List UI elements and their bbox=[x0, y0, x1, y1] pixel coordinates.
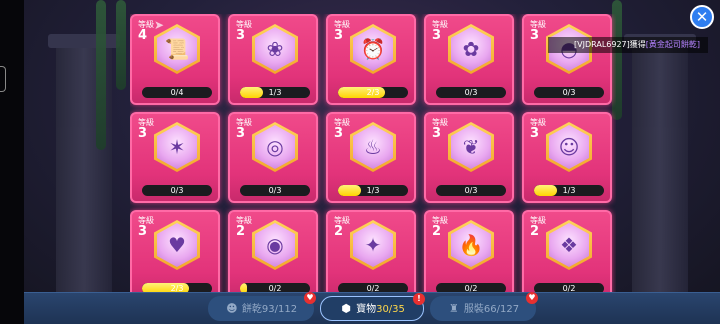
upgrade-progress-text: 0/3 bbox=[562, 88, 576, 97]
treasure-collection-screen: 等級4📜0/4等級3❀1/3等級3⏰2/3等級3✿0/3等級3◓0/3等級3✶0… bbox=[0, 0, 720, 324]
level-value: 3 bbox=[432, 126, 442, 141]
tab-cookies-label: 餅乾 bbox=[241, 304, 262, 315]
cookie-icon: ☻ bbox=[226, 302, 238, 315]
treasure-icon: ⬢ bbox=[341, 302, 351, 315]
treasure-card[interactable]: 等級 3 ☺ 1/3 bbox=[522, 112, 612, 203]
treasure-card[interactable]: 等級 3 ❦ 0/3 bbox=[424, 112, 514, 203]
upgrade-progress-bar: 1/3 bbox=[534, 185, 604, 196]
level-value: 4 bbox=[138, 28, 148, 43]
background-pillar-right bbox=[624, 34, 696, 300]
tab-costumes-label: 服裝 bbox=[463, 304, 484, 315]
treasure-flower-icon: ✿ bbox=[462, 37, 480, 61]
level-value: 2 bbox=[334, 224, 344, 239]
treasure-bag-icon: ♥ bbox=[168, 233, 186, 257]
treasure-card[interactable]: 等級 2 ❖ 0/2 bbox=[522, 210, 612, 294]
upgrade-progress-bar: 0/3 bbox=[436, 87, 506, 98]
treasure-card[interactable]: 等級 3 ❀ 1/3 bbox=[228, 14, 318, 105]
close-button[interactable]: ✕ bbox=[690, 5, 714, 29]
tab-costumes-count: 66/127 bbox=[483, 304, 520, 315]
level-value: 2 bbox=[432, 224, 442, 239]
treasure-grid: 等級4📜0/4等級3❀1/3等級3⏰2/3等級3✿0/3等級3◓0/3等級3✶0… bbox=[130, 14, 616, 294]
treasure-locket-icon: ◉ bbox=[266, 233, 284, 257]
level-value: 3 bbox=[138, 126, 148, 141]
side-handle[interactable] bbox=[0, 66, 6, 92]
upgrade-progress-text: 0/3 bbox=[464, 88, 478, 97]
level-value: 2 bbox=[236, 224, 246, 239]
tab-treasures[interactable]: ⬢ 寶物30/35 ! bbox=[320, 293, 425, 321]
upgrade-progress-bar: 1/3 bbox=[338, 185, 408, 196]
treasure-branch-icon: ❦ bbox=[462, 135, 480, 159]
upgrade-progress-text: 1/3 bbox=[268, 88, 282, 97]
treasure-shuriken-icon: ✶ bbox=[168, 135, 186, 159]
tab-treasures-count: 30/35 bbox=[376, 304, 405, 315]
treasure-compass-icon: ✦ bbox=[364, 233, 382, 257]
treasure-mask-icon: ☺ bbox=[558, 135, 580, 159]
device-notch-area bbox=[0, 0, 24, 324]
treasure-card[interactable]: 等級 2 🔥 0/2 bbox=[424, 210, 514, 294]
level-value: 3 bbox=[334, 28, 344, 43]
treasure-card[interactable]: 等級 3 ◎ 0/3 bbox=[228, 112, 318, 203]
upgrade-progress-text: 0/3 bbox=[464, 186, 478, 195]
treasure-card[interactable]: 等級 3 ⏰ 2/3 bbox=[326, 14, 416, 105]
treasure-card[interactable]: 等級3◓0/3 bbox=[522, 14, 612, 105]
level-value: 3 bbox=[138, 224, 148, 239]
acquisition-notice: [VJDRAL6927]獲得[黃金起司餅乾] bbox=[548, 37, 708, 53]
heart-badge-icon: ♥ bbox=[526, 292, 538, 304]
upgrade-progress-bar: 0/3 bbox=[534, 87, 604, 98]
level-value: 3 bbox=[432, 28, 442, 43]
treasure-torch-icon: 🔥 bbox=[458, 233, 484, 257]
upgrade-progress-bar: 0/4 bbox=[142, 87, 212, 98]
upgrade-progress-text: 0/3 bbox=[268, 186, 282, 195]
treasure-card[interactable]: 等級 3 ♨ 1/3 bbox=[326, 112, 416, 203]
upgrade-progress-text: 1/3 bbox=[562, 186, 576, 195]
level-value: 3 bbox=[236, 28, 246, 43]
level-value: 3 bbox=[334, 126, 344, 141]
treasure-card[interactable]: 等級 2 ✦ 0/2 bbox=[326, 210, 416, 294]
treasure-swirl-icon: ◎ bbox=[266, 135, 284, 159]
treasure-card[interactable]: 等級 3 ✶ 0/3 bbox=[130, 112, 220, 203]
upgrade-progress-text: 0/4 bbox=[170, 88, 184, 97]
treasure-blue-bag-icon: ❖ bbox=[560, 233, 578, 257]
upgrade-progress-bar: 0/3 bbox=[240, 185, 310, 196]
treasure-card[interactable]: 等級 4 📜 0/4 bbox=[130, 14, 220, 105]
upgrade-progress-bar: 0/3 bbox=[436, 185, 506, 196]
upgrade-progress-text: 2/3 bbox=[366, 88, 380, 97]
background-vine bbox=[96, 0, 106, 150]
treasure-flamingo-icon: ♨ bbox=[364, 135, 382, 159]
level-value: 3 bbox=[530, 126, 540, 141]
tab-cookies-count: 93/112 bbox=[261, 304, 298, 315]
upgrade-progress-text: 0/3 bbox=[170, 186, 184, 195]
level-value: 2 bbox=[530, 224, 540, 239]
treasure-lace-icon: ❀ bbox=[266, 37, 284, 61]
upgrade-progress-bar: 1/3 bbox=[240, 87, 310, 98]
collection-tab-bar: ☻ 餅乾93/112 ♥ ⬢ 寶物30/35 ! ♜ 服裝66/127 ♥ bbox=[24, 292, 720, 324]
treasure-card[interactable]: 等級 2 ◉ 0/2 bbox=[228, 210, 318, 294]
tab-costumes[interactable]: ♜ 服裝66/127 ♥ bbox=[430, 292, 538, 321]
upgrade-progress-bar: 2/3 bbox=[338, 87, 408, 98]
level-value: 3 bbox=[236, 126, 246, 141]
share-icon[interactable]: ➤ bbox=[150, 16, 168, 34]
notice-item: [黃金起司餅乾] bbox=[645, 40, 701, 49]
upgrade-progress-bar: 0/3 bbox=[142, 185, 212, 196]
treasure-card[interactable]: 等級 3 ♥ 2/3 bbox=[130, 210, 220, 294]
alert-badge-icon: ! bbox=[413, 293, 425, 305]
treasure-alarm-clock-icon: ⏰ bbox=[360, 37, 386, 61]
costume-icon: ♜ bbox=[448, 302, 459, 315]
upgrade-progress-text: 1/3 bbox=[366, 186, 380, 195]
tab-cookies[interactable]: ☻ 餅乾93/112 ♥ bbox=[208, 292, 316, 321]
treasure-scroll-icon: 📜 bbox=[164, 37, 190, 61]
treasure-card[interactable]: 等級 3 ✿ 0/3 bbox=[424, 14, 514, 105]
notice-player: [VJDRAL6927]獲得 bbox=[574, 40, 646, 49]
tab-treasures-label: 寶物 bbox=[356, 304, 377, 315]
level-value: 3 bbox=[530, 28, 540, 43]
background-vine bbox=[116, 0, 126, 90]
heart-badge-icon: ♥ bbox=[304, 292, 316, 304]
